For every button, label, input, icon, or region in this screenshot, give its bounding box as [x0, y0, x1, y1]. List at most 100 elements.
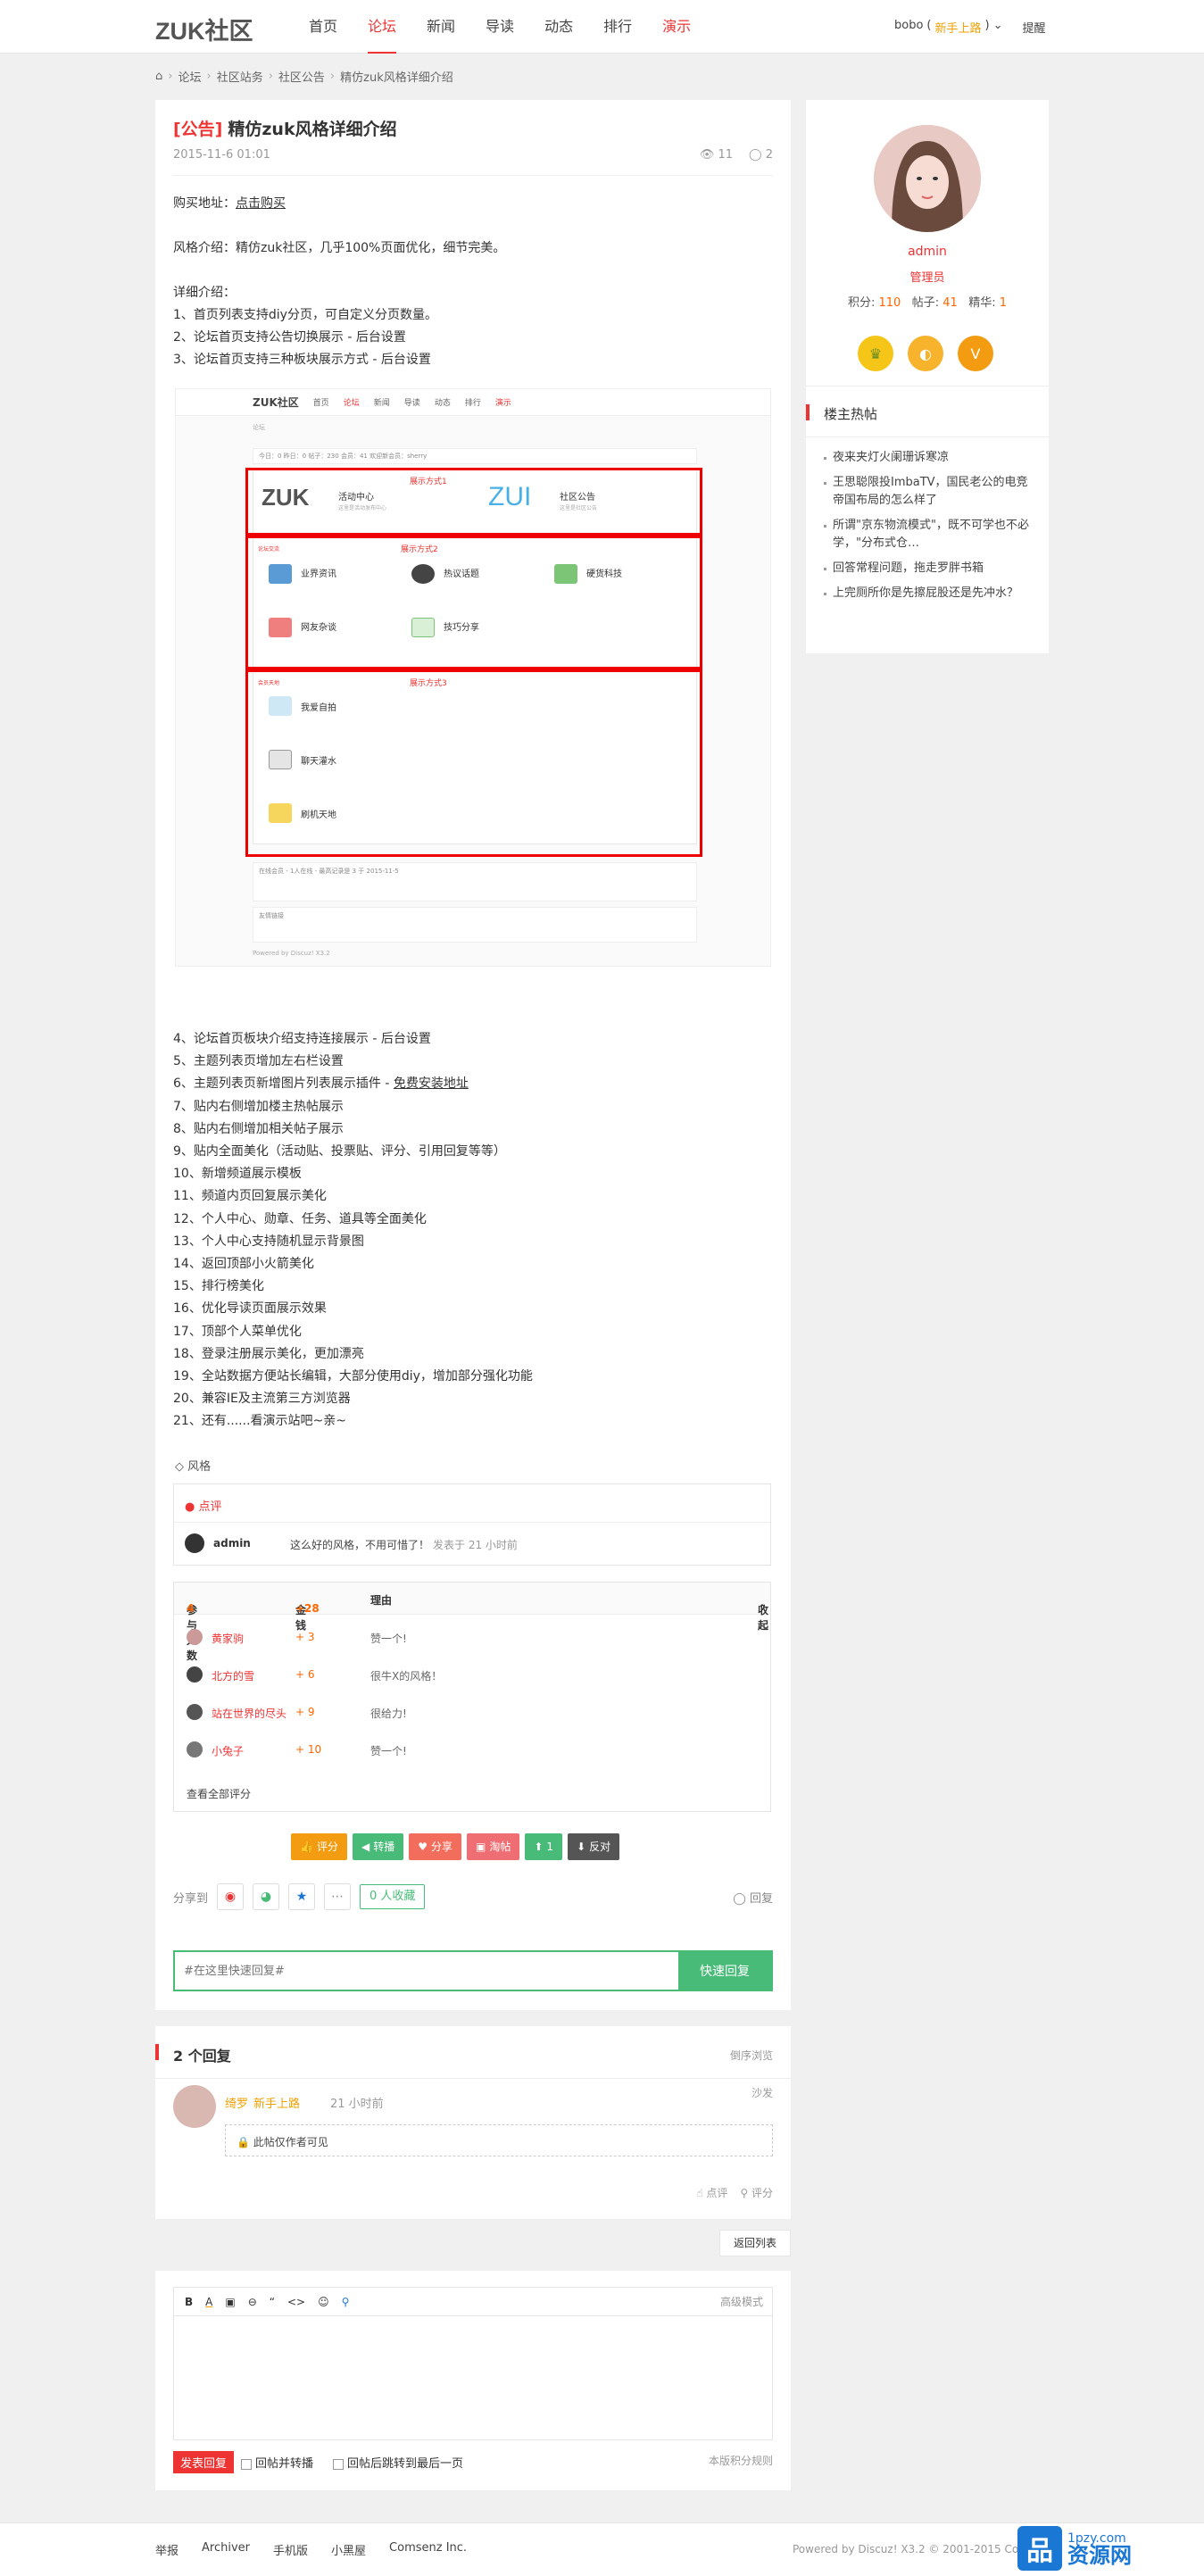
reverse-order-link[interactable]: 倒序浏览 — [730, 2048, 773, 2063]
nav-demo[interactable]: 演示 — [647, 0, 706, 54]
footer-link[interactable]: Comsenz Inc. — [389, 2541, 467, 2558]
qzone-icon[interactable]: ★ — [288, 1883, 316, 1910]
support-button[interactable]: ⬆ 1 — [525, 1833, 563, 1860]
points-value: 110 — [878, 296, 901, 310]
author-name[interactable]: admin — [806, 245, 1049, 259]
weibo-icon[interactable]: ◉ — [217, 1883, 245, 1910]
list-item[interactable]: 夜来夹灯火阑珊诉寒凉 — [824, 449, 1036, 467]
feature-item: 15、排行榜美化 — [173, 1279, 264, 1294]
list-item[interactable]: 上完厕所你是先擦屁股还是先冲水？ — [824, 585, 1036, 602]
tag-link[interactable]: 风格 — [187, 1460, 211, 1474]
oppose-button[interactable]: ⬇ 反对 — [568, 1833, 620, 1860]
back-to-list-button[interactable]: 返回列表 — [719, 2230, 791, 2256]
breadcrumb-site-affairs[interactable]: 社区站务 — [217, 68, 263, 85]
user-group: 新手上路 — [934, 22, 982, 36]
favorite-button[interactable]: 0 人收藏 — [360, 1884, 426, 1909]
footer-link[interactable]: 举报 — [155, 2541, 179, 2558]
user-menu: bobo ( 新手上路 ) ⌄ 提醒 — [894, 19, 1046, 36]
reply-username[interactable]: 绮罗 — [225, 2098, 248, 2111]
avatar[interactable] — [187, 1629, 203, 1645]
nav-ranking[interactable]: 排行 — [588, 0, 647, 54]
footer-link[interactable]: 手机版 — [273, 2541, 308, 2558]
post-body: 购买地址：点击购买 风格介绍：精仿zuk社区，几乎100%页面优化，细节完美。 … — [173, 193, 773, 371]
install-link[interactable]: 免费安装地址 — [394, 1076, 469, 1091]
credit-rules-link[interactable]: 本版积分规则 — [709, 2453, 773, 2468]
breadcrumb-announcements[interactable]: 社区公告 — [278, 68, 325, 85]
buy-line: 购买地址：点击购买 — [173, 193, 773, 215]
editor-textarea[interactable] — [173, 2315, 773, 2440]
bold-icon[interactable]: B — [185, 2296, 193, 2308]
quote-icon[interactable]: “ — [270, 2296, 275, 2308]
list-item[interactable]: 王思聪限投ImbaTV，国民老公的电竞帝国布局的怎么样了 — [824, 474, 1036, 510]
nav-news[interactable]: 新闻 — [411, 0, 470, 54]
submit-reply-button[interactable]: 发表回复 — [173, 2451, 235, 2473]
rating-score: + 9 — [295, 1706, 315, 1718]
rating-header: 参与人数 4 金钱 +28 理由 收起 ⌃ — [174, 1583, 770, 1662]
advanced-mode-link[interactable]: 高级模式 — [720, 2294, 763, 2309]
nav-feed[interactable]: 动态 — [529, 0, 588, 54]
reply-comment-button[interactable]: ☝ 点评 — [696, 2185, 727, 2200]
avatar[interactable] — [874, 125, 981, 232]
site-logo[interactable]: ZUK社区 — [155, 12, 253, 46]
repost-button[interactable]: ◀ 转播 — [352, 1833, 404, 1860]
attachment-icon[interactable]: ⚲ — [342, 2296, 350, 2308]
megaphone-icon: ◀ — [361, 1841, 370, 1853]
avatar[interactable] — [187, 1741, 203, 1757]
reply-rate-button[interactable]: ⚲ 评分 — [740, 2185, 773, 2200]
nav-guide[interactable]: 导读 — [470, 0, 529, 54]
image-icon[interactable]: ▣ — [225, 2296, 235, 2308]
repost-checkbox[interactable]: 回帖并转播 — [241, 2454, 313, 2471]
heart-icon: ♥ — [418, 1841, 428, 1853]
avatar[interactable] — [187, 1666, 203, 1683]
font-color-icon[interactable]: A — [205, 2296, 212, 2308]
wechat-icon[interactable]: ◕ — [253, 1883, 280, 1910]
leaf-medal-icon[interactable]: ◐ — [908, 336, 943, 371]
jump-last-checkbox[interactable]: 回帖后跳转到最后一页 — [333, 2454, 463, 2471]
rating-user[interactable]: 黄家驹 — [212, 1631, 244, 1646]
v-medal-icon[interactable]: V — [958, 336, 993, 371]
thread-type-tag[interactable]: [公告] — [173, 120, 222, 139]
breadcrumb-forum[interactable]: 论坛 — [178, 68, 201, 85]
breadcrumb-thread[interactable]: 精仿zuk风格详细介绍 — [340, 68, 453, 85]
comment-user[interactable]: admin — [213, 1537, 251, 1550]
replies-stat: ◯ 2 — [749, 148, 773, 162]
list-item[interactable]: 回答常程问题，拖走罗胖书箱 — [824, 560, 1036, 578]
remind-link[interactable]: 提醒 — [1023, 19, 1046, 36]
share-button[interactable]: ♥ 分享 — [409, 1833, 461, 1860]
highlight-box-1 — [245, 468, 702, 536]
up-icon: ⬆ — [534, 1841, 544, 1853]
chevron-down-icon[interactable]: ⌄ — [993, 19, 1003, 36]
breadcrumb: ⌂ › 论坛 › 社区站务 › 社区公告 › 精仿zuk风格详细介绍 — [155, 68, 453, 85]
username-link[interactable]: bobo — [894, 19, 923, 36]
quick-reply-input[interactable] — [175, 1952, 678, 1990]
preview-image[interactable]: ZUK社区 首页 论坛 新闻 导读 动态 排行 演示 论坛 今日：0 昨日：0 … — [175, 388, 771, 967]
buy-link[interactable]: 点击购买 — [236, 196, 286, 211]
rating-user[interactable]: 北方的雪 — [212, 1668, 254, 1683]
reply-link[interactable]: ◯ 回复 — [733, 1889, 773, 1906]
crown-medal-icon[interactable]: ♛ — [858, 336, 893, 371]
title-divider — [173, 175, 773, 176]
collect-button[interactable]: ▣ 淘帖 — [467, 1833, 520, 1860]
avatar[interactable] — [187, 1704, 203, 1720]
home-icon[interactable]: ⌂ — [155, 70, 162, 83]
more-share-icon[interactable]: ⋯ — [324, 1883, 352, 1910]
quick-reply-button[interactable]: 快速回复 — [678, 1952, 771, 1990]
nav-forum[interactable]: 论坛 — [353, 0, 411, 54]
smiley-icon[interactable]: ☺ — [318, 2296, 329, 2308]
rating-user[interactable]: 站在世界的尽头 — [212, 1706, 286, 1721]
footer-link[interactable]: Archiver — [202, 2541, 250, 2558]
avatar[interactable] — [173, 2085, 216, 2128]
rating-user[interactable]: 小兔子 — [212, 1743, 244, 1758]
footer-link[interactable]: 小黑屋 — [331, 2541, 366, 2558]
rate-button[interactable]: 👍 评分 — [291, 1833, 347, 1860]
repost-checkbox-label: 回帖并转播 — [255, 2457, 314, 2471]
intro-line: 风格介绍：精仿zuk社区，几乎100%页面优化，细节完美。 — [173, 241, 506, 255]
nav-home[interactable]: 首页 — [294, 0, 353, 54]
preview-forum-name: 热议话题 — [444, 569, 479, 579]
quick-reply: 快速回复 — [173, 1950, 773, 1991]
view-all-ratings[interactable]: 查看全部评分 — [187, 1786, 251, 1801]
code-icon[interactable]: <> — [287, 2296, 305, 2308]
list-item[interactable]: 所谓"京东物流模式"，既不可学也不必学，"分布式仓… — [824, 517, 1036, 553]
avatar[interactable] — [185, 1533, 204, 1553]
link-icon[interactable]: ⊖ — [248, 2296, 257, 2308]
